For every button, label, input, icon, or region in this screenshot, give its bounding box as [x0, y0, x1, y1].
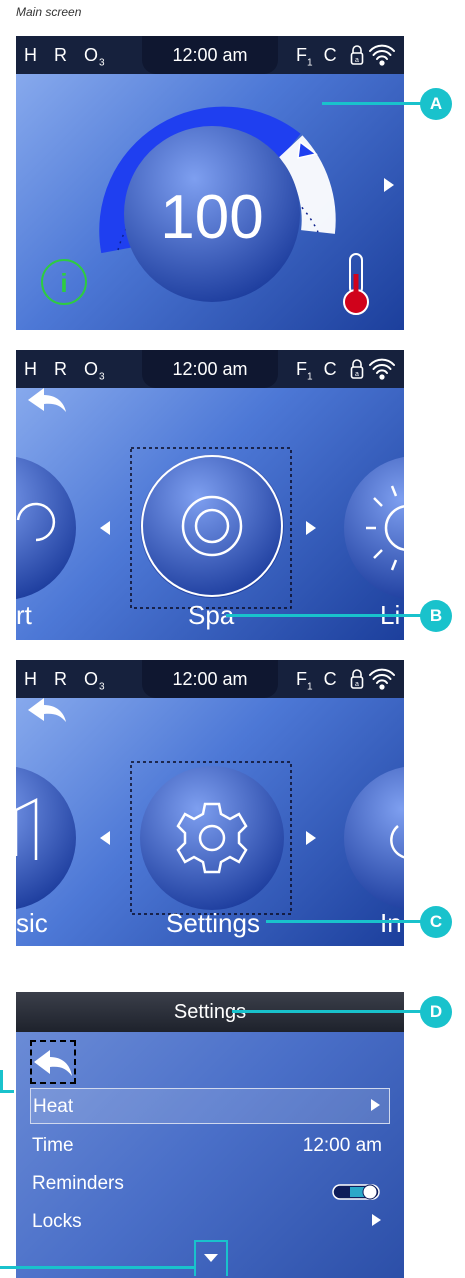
callout-a-line	[322, 102, 432, 105]
callout-c-line	[266, 920, 432, 923]
callout-d-line	[232, 1010, 432, 1013]
info-icon[interactable]: i	[41, 259, 87, 305]
menu-item-reminders[interactable]: Reminders	[30, 1166, 390, 1202]
callout-c-badge: C	[420, 906, 452, 938]
menu-item-right[interactable]	[344, 456, 404, 600]
menu-item-locks[interactable]: Locks	[30, 1204, 390, 1240]
scroll-down-button[interactable]	[194, 1240, 228, 1276]
spa-menu-layer	[16, 388, 404, 609]
menu-label-right: In	[380, 908, 402, 938]
settings-menu-layer	[16, 698, 404, 915]
prev-arrow-icon[interactable]	[100, 831, 110, 845]
menu-label-left: rt	[16, 600, 32, 630]
callout-a-badge: A	[420, 88, 452, 120]
chevron-right-icon	[370, 1204, 382, 1240]
temperature-dial-layer: 100 i	[41, 106, 394, 315]
menu-item-left[interactable]	[16, 766, 76, 910]
next-arrow-icon[interactable]	[384, 178, 394, 192]
prev-arrow-icon[interactable]	[100, 521, 110, 535]
svg-text:i: i	[60, 268, 67, 298]
callout-d-badge: D	[420, 996, 452, 1028]
menu-item-spa[interactable]	[140, 454, 284, 598]
callout-back-line-h	[0, 1090, 14, 1093]
thermometer-icon[interactable]	[343, 253, 369, 315]
menu-item-label: Reminders	[32, 1173, 124, 1194]
settings-list-screen: Settings Heat Time 12:00 am Reminders Lo…	[16, 992, 404, 1278]
back-button[interactable]	[30, 1040, 76, 1084]
menu-label-center: Settings	[166, 908, 260, 938]
main-screen: H R O3 12:00 am F1 C a 100 i	[16, 36, 404, 330]
next-arrow-icon[interactable]	[306, 521, 316, 535]
callout-b-badge: B	[420, 600, 452, 632]
settings-menu-screen: H R O3 12:00 am F1 C a sic Settings In	[16, 660, 404, 946]
menu-item-left[interactable]	[16, 456, 76, 600]
menu-item-label: Heat	[33, 1096, 74, 1117]
temperature-value: 100	[160, 183, 263, 252]
menu-item-settings[interactable]	[140, 766, 284, 910]
next-arrow-icon[interactable]	[306, 831, 316, 845]
back-icon	[34, 1050, 72, 1076]
menu-item-value: 12:00 am	[302, 1135, 382, 1156]
menu-item-label: Time	[32, 1135, 74, 1156]
menu-item-right[interactable]	[344, 766, 404, 910]
callout-b-line	[226, 614, 432, 617]
callout-back-line	[0, 1070, 3, 1092]
page-caption: Main screen	[16, 5, 82, 19]
menu-item-heat[interactable]: Heat	[30, 1088, 390, 1124]
chevron-right-icon	[369, 1089, 381, 1125]
back-icon[interactable]	[28, 698, 66, 722]
menu-item-label: Locks	[32, 1211, 82, 1232]
menu-label-left: sic	[16, 908, 48, 938]
back-icon[interactable]	[28, 388, 66, 412]
menu-item-time[interactable]: Time 12:00 am	[30, 1128, 390, 1164]
spa-menu-screen: H R O3 12:00 am F1 C a rt Spa Li	[16, 350, 404, 640]
callout-scroll-line	[0, 1266, 196, 1269]
chevron-down-icon	[204, 1254, 218, 1262]
